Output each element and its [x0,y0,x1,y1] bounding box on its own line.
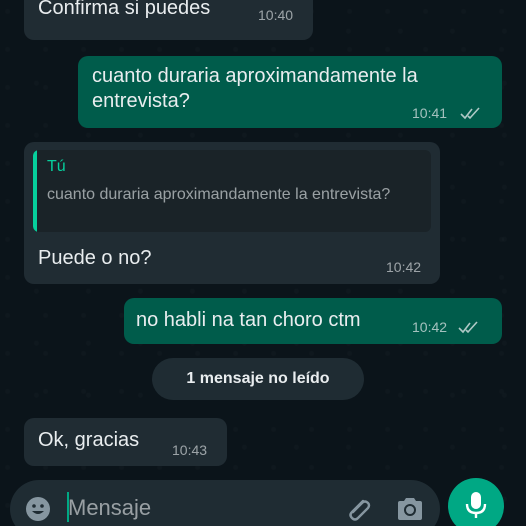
message-bubble-outgoing[interactable]: no habli na tan choro ctm 10:42 [124,298,502,344]
message-composer [10,480,440,526]
message-time: 10:43 [172,442,208,458]
message-input[interactable] [68,490,318,526]
message-text: Confirma si puedes [38,0,211,19]
message-bubble-outgoing[interactable]: cuanto duraria aproximandamente la entre… [78,56,502,128]
message-time: 10:41 [412,105,448,121]
attach-icon[interactable] [343,494,373,524]
camera-icon[interactable] [395,495,425,523]
message-text: Ok, gracias [38,429,140,451]
message-bubble-incoming[interactable]: Ok, gracias 10:43 [24,418,227,466]
message-text: no habli na tan choro ctm [136,309,361,331]
voice-message-button[interactable] [448,478,504,526]
quote-author: Tú [47,158,66,175]
message-bubble-incoming[interactable]: Confirma si puedes 10:40 [24,0,313,40]
message-bubble-incoming-reply[interactable]: Tú cuanto duraria aproximandamente la en… [24,142,440,284]
read-ticks-icon [458,321,478,334]
message-time: 10:42 [412,319,448,335]
mic-icon [465,492,487,518]
message-time: 10:40 [258,7,294,23]
quoted-message[interactable]: Tú cuanto duraria aproximandamente la en… [33,150,431,232]
message-time: 10:42 [386,259,422,275]
quote-text: cuanto duraria aproximandamente la entre… [47,186,391,203]
read-ticks-icon [460,107,480,120]
quote-accent-bar [33,150,37,232]
unread-messages-banner: 1 mensaje no leído [152,358,364,400]
emoji-icon[interactable] [24,495,52,523]
message-text: Puede o no? [38,247,152,269]
